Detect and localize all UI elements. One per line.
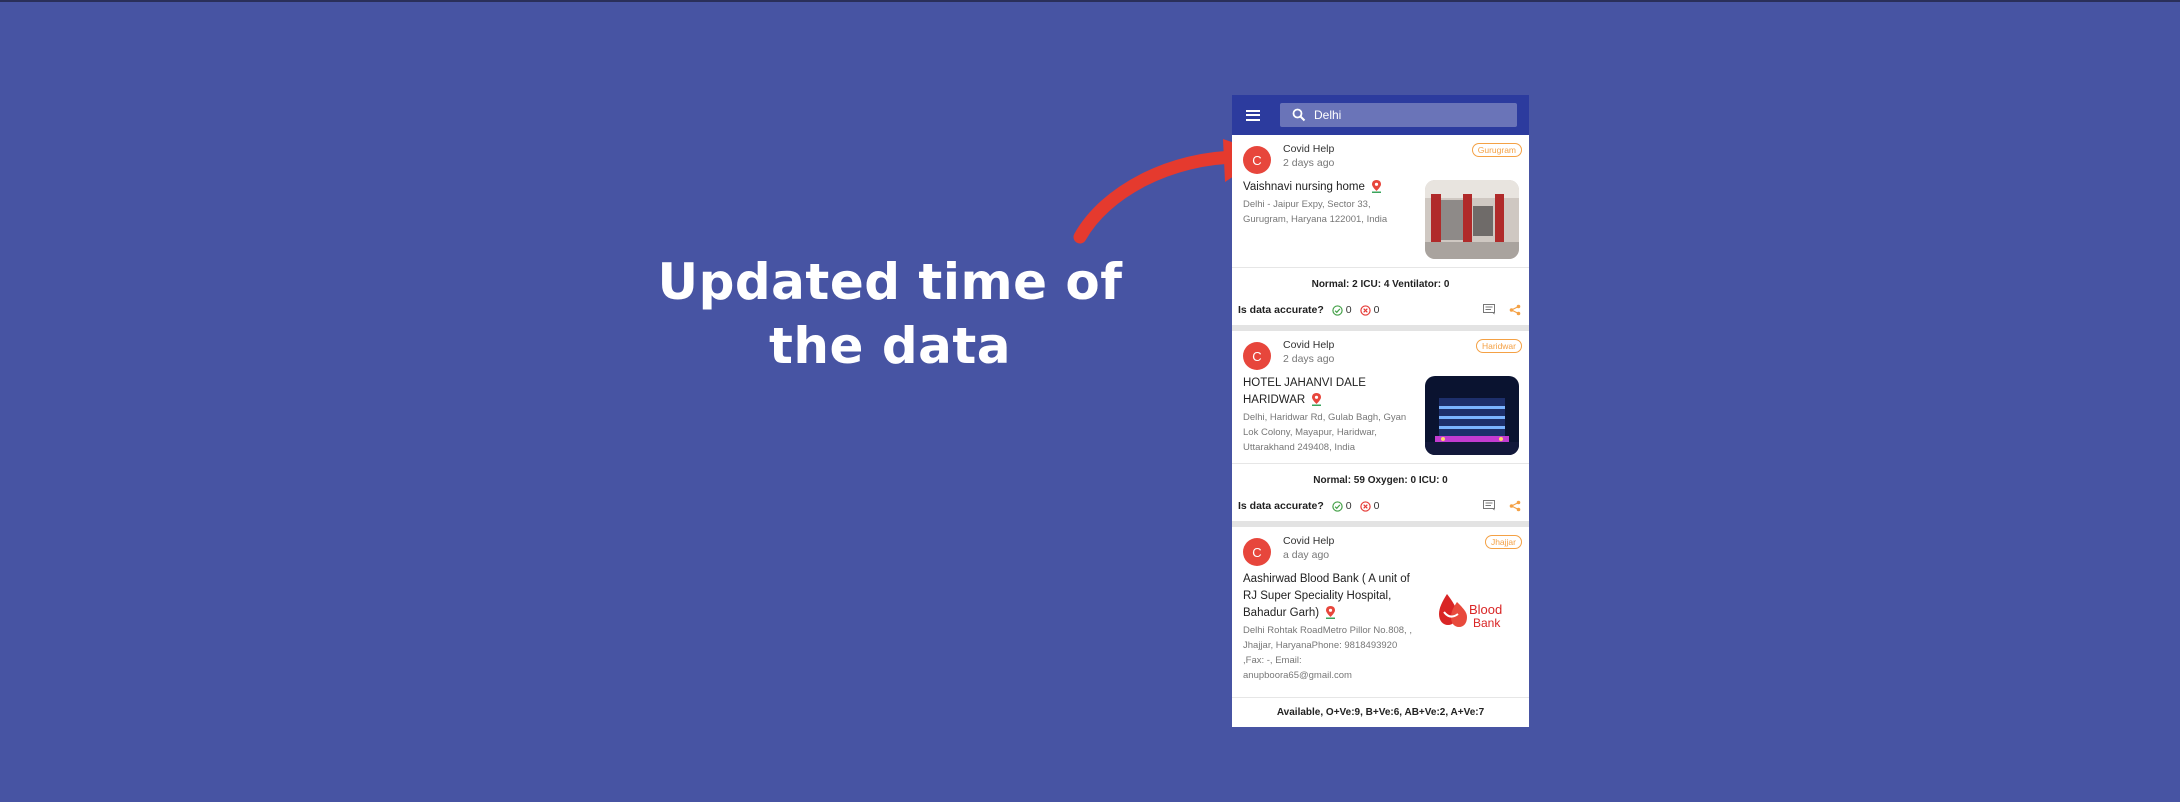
address-line: Uttarakhand 249408, India (1243, 442, 1355, 453)
listing-card[interactable]: C Covid Help 2 days ago Haridwar HOTEL J… (1232, 331, 1529, 527)
app-bar: Delhi (1232, 95, 1529, 135)
check-circle-icon (1332, 304, 1343, 316)
title-line: Bahadur Garh) (1243, 607, 1320, 619)
accuracy-footer: Is data accurate? 0 0 (1238, 496, 1521, 516)
location-tag[interactable]: Jhajjar (1484, 535, 1522, 549)
downvote-count: 0 (1373, 304, 1380, 316)
search-icon (1292, 108, 1306, 122)
address-line: Gurugram, Haryana 122001, India (1243, 214, 1388, 225)
comment-icon[interactable] (1483, 500, 1495, 511)
logo-text-blood: Blood (1469, 602, 1502, 617)
upvote-count: 0 (1345, 304, 1352, 316)
listing-address: Delhi Rohtak RoadMetro Pillor No.808, , … (1243, 623, 1412, 683)
downvote-button[interactable]: 0 (1359, 304, 1380, 316)
listing-address: Delhi - Jaipur Expy, Sector 33, Gurugram… (1243, 197, 1387, 227)
address-line: Jhajjar, HaryanaPhone: 9818493920 (1243, 640, 1398, 651)
upvote-count: 0 (1345, 500, 1352, 512)
caption-line-1: Updated time of (657, 253, 1123, 311)
downvote-button[interactable]: 0 (1359, 500, 1380, 512)
listing-address: Delhi, Haridwar Rd, Gulab Bagh, Gyan Lok… (1243, 410, 1406, 455)
address-line: anupboora65@gmail.com (1243, 670, 1352, 681)
poster-name: Covid Help (1283, 535, 1335, 547)
address-line: Delhi, Haridwar Rd, Gulab Bagh, Gyan (1243, 412, 1407, 423)
divider (1232, 697, 1529, 698)
downvote-count: 0 (1373, 500, 1380, 512)
upvote-button[interactable]: 0 (1332, 500, 1352, 512)
listing-title[interactable]: HOTEL JAHANVI DALE HARIDWAR (1243, 375, 1366, 409)
share-icon[interactable] (1509, 500, 1521, 512)
menu-icon[interactable] (1246, 109, 1260, 121)
avatar: C (1243, 146, 1271, 174)
location-pin-icon[interactable] (1371, 180, 1382, 194)
poster-name: Covid Help (1283, 339, 1335, 351)
title-line: HOTEL JAHANVI DALE (1243, 377, 1366, 389)
search-input[interactable]: Delhi (1314, 108, 1341, 122)
search-bar[interactable]: Delhi (1280, 103, 1517, 127)
address-line: Delhi Rohtak RoadMetro Pillor No.808, , (1243, 625, 1412, 636)
divider (1232, 267, 1529, 268)
avatar: C (1243, 342, 1271, 370)
poster-name: Covid Help (1283, 143, 1335, 155)
logo-text-bank: Bank (1473, 616, 1501, 630)
title-line: HARIDWAR (1243, 394, 1306, 406)
address-line: ,Fax: -, Email: (1243, 655, 1302, 666)
title-line: RJ Super Speciality Hospital, (1243, 590, 1392, 602)
listing-title[interactable]: Aashirwad Blood Bank ( A unit of RJ Supe… (1243, 571, 1410, 622)
accuracy-label: Is data accurate? (1238, 500, 1324, 512)
address-line: Delhi - Jaipur Expy, Sector 33, (1243, 199, 1371, 210)
card-header: C Covid Help 2 days ago Haridwar (1232, 331, 1529, 371)
updated-time: a day ago (1283, 549, 1330, 561)
caption-line-2: the data (769, 317, 1011, 375)
location-pin-icon[interactable] (1311, 393, 1322, 407)
accuracy-footer: Is data accurate? 0 0 (1238, 300, 1521, 320)
listing-card[interactable]: C Covid Help 2 days ago Gurugram Vaishna… (1232, 135, 1529, 331)
location-tag[interactable]: Haridwar (1475, 339, 1522, 353)
address-line: Lok Colony, Mayapur, Haridwar, (1243, 427, 1377, 438)
listing-photo[interactable] (1425, 180, 1519, 259)
blood-availability: Available, O+Ve:9, B+Ve:6, AB+Ve:2, A+Ve… (1276, 707, 1485, 718)
avatar: C (1243, 538, 1271, 566)
card-header: C Covid Help 2 days ago Gurugram (1232, 135, 1529, 175)
title-line: Aashirwad Blood Bank ( A unit of (1243, 573, 1410, 585)
card-header: C Covid Help a day ago Jhajjar (1232, 527, 1529, 567)
share-icon[interactable] (1509, 304, 1521, 316)
comment-icon[interactable] (1483, 304, 1495, 315)
cross-circle-icon (1359, 304, 1371, 316)
accuracy-label: Is data accurate? (1238, 304, 1324, 316)
cross-circle-icon (1359, 500, 1371, 512)
location-tag[interactable]: Gurugram (1471, 143, 1522, 157)
updated-time: 2 days ago (1283, 157, 1335, 169)
bed-availability: Normal: 2 ICU: 4 Ventilator: 0 (1311, 279, 1450, 290)
upvote-button[interactable]: 0 (1332, 304, 1352, 316)
check-circle-icon (1332, 500, 1343, 512)
updated-time: 2 days ago (1283, 353, 1335, 365)
blood-bank-logo[interactable]: Blood Bank (1425, 572, 1519, 651)
listing-title[interactable]: Vaishnavi nursing home (1243, 179, 1382, 196)
bed-availability: Normal: 59 Oxygen: 0 ICU: 0 (1313, 475, 1448, 486)
listing-photo[interactable] (1425, 376, 1519, 455)
title-line: Vaishnavi nursing home (1243, 181, 1365, 193)
annotation-caption: Updated time of the data (620, 250, 1160, 378)
divider (1232, 463, 1529, 464)
listing-card[interactable]: C Covid Help a day ago Jhajjar Aashirwad… (1232, 527, 1529, 727)
phone-screen: Delhi C Covid Help 2 days ago Gurugram V… (1232, 95, 1529, 727)
location-pin-icon[interactable] (1325, 606, 1336, 620)
